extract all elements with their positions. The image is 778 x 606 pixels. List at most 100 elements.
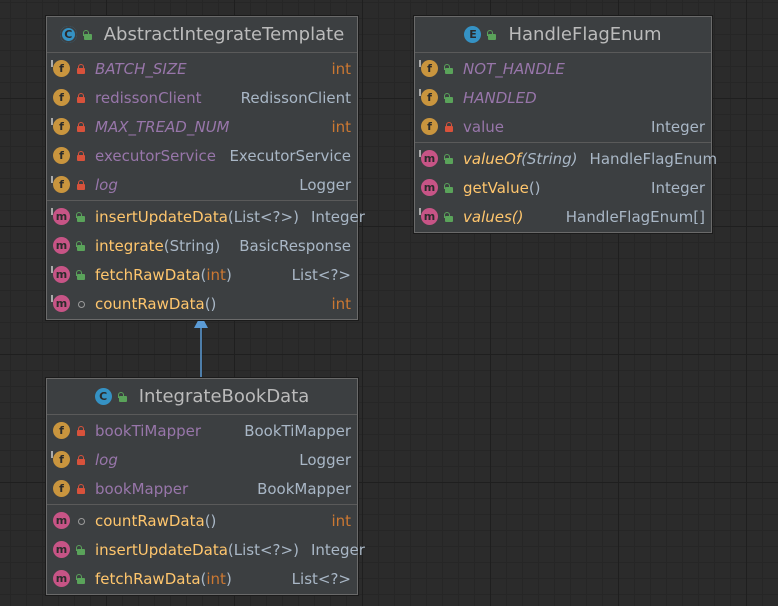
class-node-abstract-integrate-template[interactable]: C AbstractIntegrateTemplate f BATCH_SIZE…: [46, 16, 365, 320]
field-row[interactable]: f log Logger: [47, 445, 357, 474]
public-visibility-icon: [75, 573, 87, 585]
method-params: (String): [163, 236, 221, 255]
public-visibility-icon: [75, 240, 87, 252]
field-icon: f: [51, 118, 70, 135]
method-row[interactable]: m getValue() Integer: [415, 173, 711, 202]
enum-title: HandleFlagEnum: [508, 24, 662, 45]
enum-node-header: E HandleFlagEnum: [415, 17, 711, 53]
methods-section: m countRawData() int m insertUpdateData(…: [47, 505, 365, 594]
field-name: executorService: [95, 146, 217, 165]
static-pin-icon: [51, 118, 57, 125]
public-visibility-icon: [75, 211, 87, 223]
fields-section: f BATCH_SIZE int f redissonClient Rediss…: [47, 53, 357, 201]
field-name: log: [95, 450, 118, 469]
class-node-header: C AbstractIntegrateTemplate: [47, 17, 357, 53]
public-visibility-icon: [443, 153, 455, 165]
method-icon: m: [51, 208, 70, 225]
method-row[interactable]: m fetchRawData(int) List<?>: [47, 564, 357, 593]
enum-icon: E: [464, 26, 482, 43]
enum-node-handle-flag-enum[interactable]: E HandleFlagEnum f NOT_HANDLE f HANDLED …: [414, 16, 717, 233]
field-row[interactable]: f bookTiMapper BookTiMapper: [47, 416, 357, 445]
field-icon: f: [419, 89, 438, 106]
abstract-pin-icon: [51, 208, 57, 215]
field-row[interactable]: f bookMapper BookMapper: [47, 474, 357, 503]
public-visibility-icon: [75, 544, 87, 556]
field-name: bookMapper: [95, 479, 189, 498]
field-row[interactable]: f HANDLED: [415, 83, 711, 112]
method-return-type: HandleFlagEnum: [589, 149, 718, 168]
method-params: (): [204, 511, 217, 530]
field-name: HANDLED: [463, 88, 537, 107]
private-visibility-icon: [443, 121, 455, 133]
method-params: (List<?>): [227, 540, 299, 559]
method-params-keyword: int: [206, 265, 226, 284]
private-visibility-icon: [75, 63, 87, 75]
method-params: (String): [521, 149, 578, 168]
static-pin-icon: [51, 176, 57, 183]
method-icon: m: [51, 295, 70, 312]
method-row[interactable]: m valueOf (String) HandleFlagEnum: [415, 144, 717, 173]
method-icon: m: [53, 570, 70, 587]
field-row[interactable]: f value Integer: [415, 112, 711, 141]
fields-section: f bookTiMapper BookTiMapper f log Logger…: [47, 415, 357, 505]
method-params-keyword: int: [206, 569, 226, 588]
field-type: BookMapper: [257, 479, 351, 498]
method-name: getValue: [463, 178, 529, 197]
method-params: (): [528, 178, 541, 197]
method-name: valueOf: [463, 149, 522, 168]
public-visibility-icon: [443, 92, 455, 104]
methods-section: m valueOf (String) HandleFlagEnum m getVa…: [415, 143, 717, 232]
class-title: IntegrateBookData: [138, 386, 310, 407]
field-row[interactable]: f NOT_HANDLE: [415, 54, 711, 83]
static-pin-icon: [51, 451, 57, 458]
field-type: int: [331, 59, 351, 78]
method-icon: m: [421, 179, 438, 196]
private-visibility-icon: [75, 150, 87, 162]
method-row[interactable]: m countRawData() int: [47, 289, 357, 318]
field-row[interactable]: f MAX_TREAD_NUM int: [47, 112, 357, 141]
field-icon: f: [419, 60, 438, 77]
abstract-pin-icon: [51, 266, 57, 273]
method-return-type: HandleFlagEnum[]: [565, 207, 705, 226]
field-icon: f: [51, 176, 70, 193]
method-row[interactable]: m countRawData() int: [47, 506, 357, 535]
method-return-type: List<?>: [291, 265, 351, 284]
field-row[interactable]: f redissonClient RedissonClient: [47, 83, 357, 112]
method-params-close: ): [225, 265, 232, 284]
field-name: MAX_TREAD_NUM: [95, 117, 230, 136]
public-visibility-icon: [443, 211, 455, 223]
method-icon: m: [419, 208, 438, 225]
public-visibility-icon: [75, 269, 87, 281]
method-return-type: Integer: [310, 540, 365, 559]
private-visibility-icon: [75, 92, 87, 104]
method-row[interactable]: m integrate (String) BasicResponse: [47, 231, 357, 260]
method-row[interactable]: m fetchRawData(int) List<?>: [47, 260, 357, 289]
abstract-class-icon: C: [59, 26, 77, 43]
private-visibility-icon: [75, 425, 87, 437]
method-row[interactable]: m insertUpdateData (List<?>) Integer: [47, 202, 365, 231]
method-row[interactable]: m values() HandleFlagEnum[]: [415, 202, 711, 231]
method-icon: m: [53, 541, 70, 558]
method-name: fetchRawData: [95, 569, 201, 588]
field-icon: f: [51, 451, 70, 468]
public-visibility-icon: [117, 391, 129, 403]
class-icon: C: [94, 388, 112, 405]
field-name: log: [95, 175, 118, 194]
method-params-close: ): [225, 569, 232, 588]
method-name: insertUpdateData: [95, 540, 228, 559]
field-row[interactable]: f executorService ExecutorService: [47, 141, 357, 170]
field-row[interactable]: f BATCH_SIZE int: [47, 54, 357, 83]
field-type: BookTiMapper: [244, 421, 351, 440]
public-visibility-icon: [443, 182, 455, 194]
method-name: fetchRawData: [95, 265, 201, 284]
field-row[interactable]: f log Logger: [47, 170, 357, 199]
class-node-integrate-book-data[interactable]: C IntegrateBookData f bookTiMapper BookT…: [46, 378, 365, 595]
static-pin-icon: [419, 60, 425, 67]
field-icon: f: [53, 422, 70, 439]
package-visibility-icon: [75, 515, 87, 527]
method-return-type: Integer: [310, 207, 365, 226]
field-icon: f: [51, 60, 70, 77]
method-row[interactable]: m insertUpdateData (List<?>) Integer: [47, 535, 365, 564]
method-return-type: List<?>: [291, 569, 351, 588]
method-return-type: int: [331, 294, 351, 313]
